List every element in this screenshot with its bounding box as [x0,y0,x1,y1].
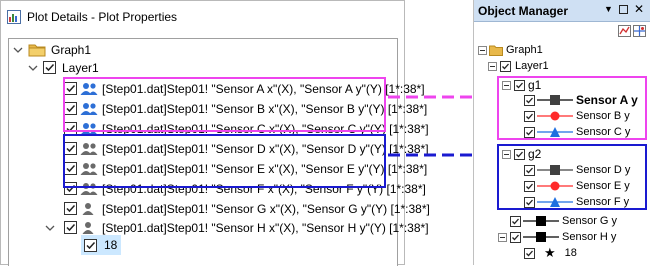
collapse-icon[interactable] [498,232,507,242]
group-checkbox[interactable] [514,148,525,160]
sub-item-checkbox[interactable] [524,247,535,259]
om-item-sensor-b[interactable]: Sensor B y [524,108,630,124]
legend-square-icon [537,95,573,105]
plot-label: Sensor F y [576,196,630,208]
chevron-down-icon[interactable] [13,45,23,55]
group-label: g1 [528,78,542,92]
om-item-18[interactable]: ★ 18 [524,245,577,261]
plot-checkbox[interactable] [524,196,535,208]
plot-label: [Step01.dat]Step01! "Sensor G x"(X), "Se… [102,201,430,216]
folder-icon [28,44,46,56]
om-node-g1[interactable]: g1 [502,77,541,93]
sub-item-checkbox[interactable] [84,238,97,252]
group-g2-highlight [63,134,386,188]
plot-checkbox[interactable] [510,231,521,243]
object-tree[interactable]: Graph1 Layer1 g1 Sensor A y Sensor B y S… [474,40,650,265]
om-item-sensor-c[interactable]: Sensor C y [524,124,630,140]
plot-checkbox[interactable] [64,221,77,234]
om-item-sensor-h[interactable]: Sensor H y [498,229,616,245]
om-node-layer[interactable]: Layer1 [488,58,549,74]
legend-circle-icon [537,181,573,191]
sub-item-label: 18 [564,247,577,259]
plot-row-sensor-g[interactable]: [Step01.dat]Step01! "Sensor G x"(X), "Se… [64,199,430,218]
legend-square-icon [523,232,559,242]
collapse-icon[interactable] [478,45,487,55]
legend-square-icon [523,216,559,226]
panel-controls: ▼ ✕ [604,3,644,15]
object-manager-panel: Object Manager ▼ ✕ Graph1 Layer1 g1 Sens… [473,0,650,265]
star-icon: ★ [544,245,556,260]
plot-checkbox[interactable] [524,94,535,106]
plot-checkbox[interactable] [510,215,521,227]
plot-label: Sensor G y [562,215,618,227]
collapse-icon[interactable] [488,61,497,71]
folder-icon [489,45,503,56]
om-item-sensor-d[interactable]: Sensor D y [524,162,630,178]
plot-checkbox[interactable] [524,126,535,138]
plot-checkbox[interactable] [64,202,77,215]
chevron-down-icon[interactable] [28,63,38,73]
group-checkbox[interactable] [514,79,525,91]
tree-node-layer[interactable]: Layer1 [28,58,99,77]
om-item-sensor-e[interactable]: Sensor E y [524,178,630,194]
panel-title: Object Manager [478,3,569,18]
om-item-sensor-g[interactable]: Sensor G y [510,213,617,229]
legend-square-icon [537,165,573,175]
plot-label: Sensor D y [576,164,631,176]
legend-triangle-icon [537,127,573,137]
window-title: Plot Details - Plot Properties [27,10,178,24]
plot-label: Sensor C y [576,126,631,138]
sub-item-label: 18 [104,238,118,252]
om-node-graph[interactable]: Graph1 [478,42,543,58]
group-g1-highlight [63,77,386,132]
om-item-sensor-f[interactable]: Sensor F y [524,194,629,210]
layer-checkbox[interactable] [43,61,56,74]
graph-label: Graph1 [51,42,92,57]
tree-node-graph[interactable]: Graph1 [13,40,91,59]
plot-label: Sensor A y [576,93,638,107]
dropdown-arrow-icon[interactable]: ▼ [604,4,613,14]
collapse-icon[interactable] [502,80,511,90]
plot-label: Sensor B y [576,110,630,122]
app-icon [7,10,21,24]
om-node-g2[interactable]: g2 [502,146,541,162]
chart-toolbar-icon[interactable] [618,25,631,37]
layer-label: Layer1 [515,60,549,72]
layer-label: Layer1 [62,60,99,75]
layout-toolbar-icon[interactable] [633,25,646,37]
close-icon[interactable]: ✕ [634,3,644,15]
group-label: g2 [528,147,542,161]
plot-checkbox[interactable] [524,180,535,192]
plot-checkbox[interactable] [524,164,535,176]
plot-details-window: Plot Details - Plot Properties Graph1 La… [0,0,430,266]
plot-label: Sensor E y [576,180,630,192]
plot-label: Sensor H y [562,231,617,243]
chevron-down-icon[interactable] [45,223,55,233]
title-bar: Plot Details - Plot Properties [7,8,177,26]
layer-checkbox[interactable] [500,60,511,72]
graph-label: Graph1 [506,44,543,56]
collapse-icon[interactable] [502,149,511,159]
om-item-sensor-a[interactable]: Sensor A y [524,92,638,108]
plot-label: [Step01.dat]Step01! "Sensor H x"(X), "Se… [102,220,429,235]
person-icon [82,221,94,234]
plot-checkbox[interactable] [524,110,535,122]
legend-circle-icon [537,111,573,121]
person-icon [82,202,94,215]
maximize-icon[interactable] [618,4,628,14]
legend-triangle-icon [537,197,573,207]
tree-item-18[interactable]: 18 [81,235,121,255]
